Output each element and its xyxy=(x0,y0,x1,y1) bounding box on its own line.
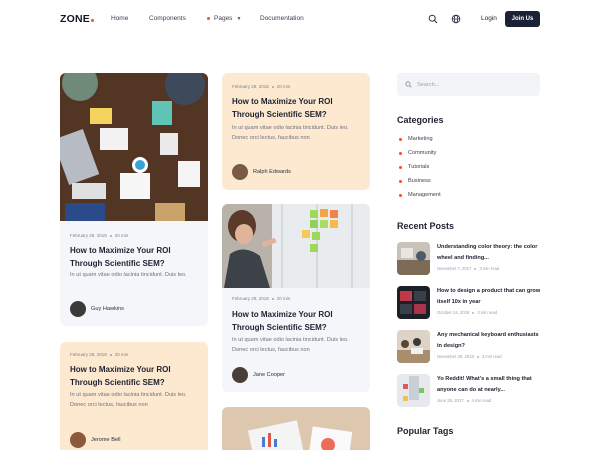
post-excerpt: In ut quam vitae odio lacinia tincidunt.… xyxy=(70,392,187,408)
recent-post-meta: November 7, 2017 3 min read xyxy=(437,266,500,271)
logo[interactable]: ZONE xyxy=(60,13,94,25)
card-image-charts-desk xyxy=(222,407,370,450)
post-meta: February 28, 2018 20 min xyxy=(232,84,290,89)
recent-post-thumbnail xyxy=(397,242,430,275)
post-meta: February 28, 2018 20 min xyxy=(70,233,128,238)
blog-card[interactable]: February 28, 2018 20 min How to Maximize … xyxy=(60,342,208,450)
recent-post-title: Understanding color theory: the color wh… xyxy=(437,244,538,261)
recent-post-item[interactable]: How to design a product that can grow it… xyxy=(397,286,542,322)
post-excerpt: In ut quam vitae odio lacinia tincidunt.… xyxy=(232,125,349,141)
read-time: 20 min xyxy=(276,296,291,301)
recent-post-thumbnail xyxy=(397,330,430,363)
category-item[interactable]: Business xyxy=(399,178,431,184)
post-author[interactable]: Guy Hawkins xyxy=(70,301,124,317)
blog-card[interactable]: February 28, 2018 20 min How to Maximize … xyxy=(222,204,370,392)
recent-post-item[interactable]: Understanding color theory: the color wh… xyxy=(397,242,542,278)
recent-post-title: Any mechanical keyboard enthusiasts in d… xyxy=(437,332,539,349)
recent-posts-heading: Recent Posts xyxy=(397,221,455,231)
blog-card[interactable]: February 28, 2018 20 min How to Maximize … xyxy=(60,73,208,326)
post-title[interactable]: How to Maximize Your ROI Through Scienti… xyxy=(70,363,205,389)
avatar xyxy=(70,432,86,448)
blog-card[interactable]: February 28, 2018 20 min How to Maximize … xyxy=(222,73,370,190)
avatar xyxy=(232,367,248,383)
blog-card[interactable] xyxy=(222,407,370,450)
recent-post-item[interactable]: Any mechanical keyboard enthusiasts in d… xyxy=(397,330,542,366)
author-name: Jerome Bell xyxy=(91,437,121,443)
read-time: 20 min xyxy=(276,84,291,89)
recent-post-thumbnail xyxy=(397,374,430,407)
nav-components[interactable]: Components xyxy=(149,15,186,22)
category-item[interactable]: Management xyxy=(399,192,441,198)
recent-post-meta: November 28, 2018 3 min read xyxy=(437,354,502,359)
nav-pages[interactable]: Pages ▼ xyxy=(207,15,241,22)
globe-icon[interactable] xyxy=(451,14,461,24)
search-icon xyxy=(405,81,412,88)
category-item[interactable]: Marketing xyxy=(399,136,433,142)
post-title[interactable]: How to Maximize Your ROI Through Scienti… xyxy=(232,95,367,121)
post-excerpt: In ut quam vitae odio lacinia tincidunt.… xyxy=(70,272,187,278)
post-author[interactable]: Jane Cooper xyxy=(232,367,285,383)
post-date: February 28, 2018 xyxy=(70,233,107,238)
post-meta: February 28, 2018 20 min xyxy=(232,296,290,301)
post-title[interactable]: How to Maximize Your ROI Through Scienti… xyxy=(232,308,367,334)
nav-documentation[interactable]: Documentation xyxy=(260,15,304,22)
category-item[interactable]: Tutorials xyxy=(399,164,429,170)
category-item[interactable]: Community xyxy=(399,150,436,156)
popular-tags-heading: Popular Tags xyxy=(397,426,454,436)
recent-post-meta: June 28, 2017 4 min read xyxy=(437,398,492,403)
sidebar-search-input[interactable]: Search... xyxy=(397,73,540,96)
categories-heading: Categories xyxy=(397,115,444,125)
card-image-woman-sticky-notes xyxy=(222,204,370,288)
avatar xyxy=(232,164,248,180)
join-us-button[interactable]: Join Us xyxy=(505,11,540,27)
logo-dot xyxy=(90,19,94,22)
author-name: Jane Cooper xyxy=(253,372,286,378)
post-excerpt: In ut quam vitae odio lacinia tincidunt.… xyxy=(232,337,349,353)
read-time: 20 min xyxy=(114,233,129,238)
post-date: February 28, 2018 xyxy=(70,352,107,357)
chevron-down-icon: ▼ xyxy=(236,15,242,22)
author-name: Guy Hawkins xyxy=(91,306,124,312)
avatar xyxy=(70,301,86,317)
active-dot xyxy=(207,17,210,20)
read-time: 20 min xyxy=(114,352,129,357)
author-name: Ralph Edwards xyxy=(253,169,291,175)
recent-post-meta: October 24, 2018 3 min read xyxy=(437,310,498,315)
recent-post-title: Yo Reddit! What's a small thing that any… xyxy=(437,376,532,393)
post-date: February 28, 2018 xyxy=(232,84,269,89)
nav-pages-label: Pages xyxy=(214,15,233,22)
login-button[interactable]: Login xyxy=(481,15,497,22)
nav-home[interactable]: Home xyxy=(111,15,128,22)
card-image-team-desk xyxy=(60,73,208,221)
post-author[interactable]: Jerome Bell xyxy=(70,432,121,448)
post-meta: February 28, 2018 20 min xyxy=(70,352,128,357)
post-title[interactable]: How to Maximize Your ROI Through Scienti… xyxy=(70,244,205,270)
post-date: February 28, 2018 xyxy=(232,296,269,301)
search-icon[interactable] xyxy=(428,14,438,24)
post-author[interactable]: Ralph Edwards xyxy=(232,164,291,180)
recent-post-thumbnail xyxy=(397,286,430,319)
recent-post-title: How to design a product that can grow it… xyxy=(437,288,541,305)
search-placeholder: Search... xyxy=(417,81,440,88)
top-navbar: ZONE Home Components Pages ▼ Documentati… xyxy=(0,0,600,40)
recent-post-item[interactable]: Yo Reddit! What's a small thing that any… xyxy=(397,374,542,410)
